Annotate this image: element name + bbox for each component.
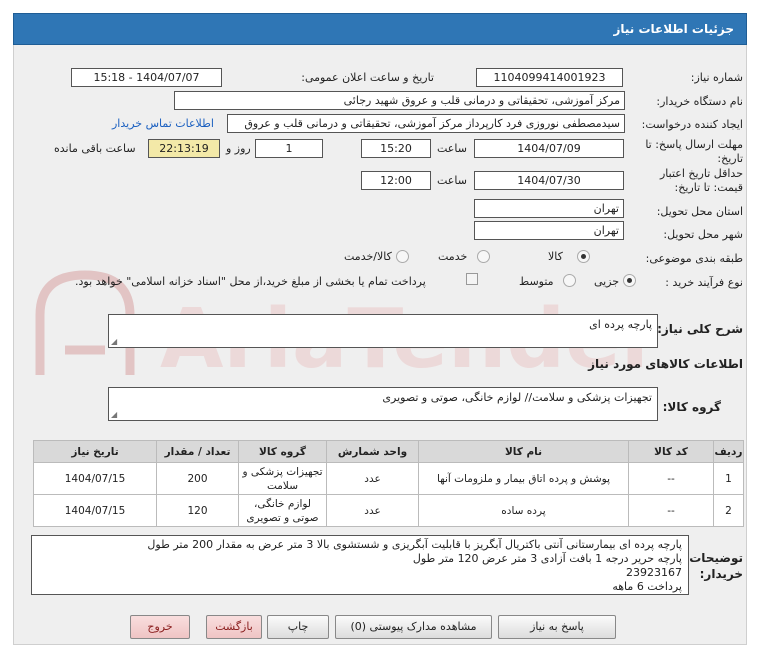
response-date-field: 1404/07/09	[474, 139, 624, 158]
general-desc-label: شرح کلی نیاز:	[657, 322, 743, 336]
city-field: تهران	[474, 221, 624, 240]
cell-quantity: 120	[156, 494, 239, 527]
cell-goods-name: پرده ساده	[418, 494, 629, 527]
process-radio-minor[interactable]	[623, 274, 636, 287]
requester-field: سیدمصطفی نوروزی فرد کارپرداز مرکز آموزشی…	[227, 114, 625, 133]
category-label: طبقه بندی موضوعی:	[645, 252, 743, 265]
cell-goods-code: --	[628, 494, 714, 527]
process-label: نوع فرآیند خرید :	[665, 276, 743, 289]
goods-group-text: تجهیزات پزشکی و سلامت// لوازم خانگی، صوت…	[382, 391, 652, 404]
province-field: تهران	[474, 199, 624, 218]
general-desc-field[interactable]: پارچه پرده ای ◢	[108, 314, 658, 348]
buyer-notes-line: پارچه پرده ای بیمارستانی آنتی باکتریال آ…	[147, 538, 682, 551]
col-unit: واحد شمارش	[326, 440, 419, 463]
cell-row-number: 2	[713, 494, 744, 527]
buyer-notes-label-2: خریدار:	[699, 567, 743, 581]
back-button[interactable]: بازگشت	[206, 615, 262, 639]
cell-quantity: 200	[156, 462, 239, 495]
resize-grip-icon[interactable]: ◢	[111, 337, 117, 346]
remaining-label: ساعت باقی مانده	[54, 142, 136, 155]
col-row-number: ردیف	[713, 440, 744, 463]
process-medium-label: متوسط	[519, 275, 554, 288]
cell-unit: عدد	[326, 494, 419, 527]
reply-button[interactable]: پاسخ به نیاز	[498, 615, 616, 639]
cell-goods-group: تجهیزات پزشکی و سلامت	[238, 462, 327, 495]
process-minor-label: جزیی	[594, 275, 620, 288]
category-service-label: خدمت	[438, 250, 468, 263]
col-goods-code: کد کالا	[628, 440, 714, 463]
announce-date-field: 1404/07/07 - 15:18	[71, 68, 222, 87]
announce-date-label: تاریخ و ساعت اعلان عمومی:	[301, 71, 434, 84]
days-label: روز و	[226, 142, 251, 155]
response-time-field: 15:20	[361, 139, 431, 158]
category-goods-label: کالا	[548, 250, 563, 263]
exit-button[interactable]: خروج	[130, 615, 190, 639]
treasury-checkbox[interactable]	[466, 273, 478, 285]
price-validity-time-field: 12:00	[361, 171, 431, 190]
table-row[interactable]: 1 -- پوشش و پرده اتاق بیمار و ملزومات آن…	[33, 462, 744, 495]
buyer-notes-line: 23923167	[626, 566, 682, 579]
need-number-label: شماره نیاز:	[690, 71, 743, 84]
col-goods-group: گروه کالا	[238, 440, 327, 463]
category-radio-both[interactable]	[396, 250, 409, 263]
cell-unit: عدد	[326, 462, 419, 495]
days-field: 1	[255, 139, 323, 158]
requester-label: ایجاد کننده درخواست:	[641, 118, 743, 131]
cell-goods-group: لوازم خانگی، صوتی و تصویری	[238, 494, 327, 527]
goods-group-label: گروه کالا:	[662, 400, 721, 414]
response-deadline-label-2: تاریخ:	[717, 152, 743, 165]
province-label: استان محل تحویل:	[656, 205, 743, 218]
cell-goods-code: --	[628, 462, 714, 495]
resize-grip-icon[interactable]: ◢	[111, 410, 117, 419]
cell-row-number: 1	[713, 462, 744, 495]
process-radio-medium[interactable]	[563, 274, 576, 287]
city-label: شهر محل تحویل:	[663, 228, 743, 241]
price-validity-time-label: ساعت	[437, 174, 467, 187]
page-title: جزئیات اطلاعات نیاز	[613, 22, 734, 36]
goods-group-field[interactable]: تجهیزات پزشکی و سلامت// لوازم خانگی، صوت…	[108, 387, 658, 421]
col-goods-name: نام کالا	[418, 440, 629, 463]
price-validity-label-2: قیمت: تا تاریخ:	[674, 181, 743, 194]
response-time-label: ساعت	[437, 142, 467, 155]
price-validity-date-field: 1404/07/30	[474, 171, 624, 190]
table-header-row: ردیف کد کالا نام کالا واحد شمارش گروه کا…	[33, 440, 744, 463]
buyer-notes-line: پارچه حریر درجه 1 بافت آزادی 3 متر عرض 1…	[412, 552, 682, 565]
col-need-date: تاریخ نیاز	[33, 440, 157, 463]
col-quantity: تعداد / مقدار	[156, 440, 239, 463]
buyer-org-label: نام دستگاه خریدار:	[656, 95, 743, 108]
category-radio-service[interactable]	[477, 250, 490, 263]
buyer-notes-line: پرداخت 6 ماهه	[612, 580, 682, 593]
cell-need-date: 1404/07/15	[33, 462, 157, 495]
buyer-org-field: مرکز آموزشی، تحقیقاتی و درمانی قلب و عرو…	[174, 91, 625, 110]
goods-table: ردیف کد کالا نام کالا واحد شمارش گروه کا…	[33, 440, 744, 527]
response-deadline-label-1: مهلت ارسال پاسخ: تا	[645, 138, 743, 151]
cell-need-date: 1404/07/15	[33, 494, 157, 527]
category-radio-goods[interactable]	[577, 250, 590, 263]
print-button[interactable]: چاپ	[267, 615, 329, 639]
general-desc-text: پارچه پرده ای	[589, 318, 652, 331]
table-row[interactable]: 2 -- پرده ساده عدد لوازم خانگی، صوتی و ت…	[33, 494, 744, 527]
buyer-notes-field[interactable]: پارچه پرده ای بیمارستانی آنتی باکتریال آ…	[31, 535, 689, 595]
need-number-field: 1104099414001923	[476, 68, 623, 87]
buyer-contact-link[interactable]: اطلاعات تماس خریدار	[112, 117, 214, 130]
remaining-time-field: 22:13:19	[148, 139, 220, 158]
buyer-notes-label-1: توضیحات	[689, 551, 743, 565]
page-header: جزئیات اطلاعات نیاز	[13, 13, 747, 45]
treasury-note: پرداخت تمام یا بخشی از مبلغ خرید،از محل …	[75, 275, 426, 288]
category-both-label: کالا/خدمت	[344, 250, 392, 263]
cell-goods-name: پوشش و پرده اتاق بیمار و ملزومات آنها	[418, 462, 629, 495]
goods-info-title: اطلاعات کالاهای مورد نیاز	[588, 357, 743, 371]
attachments-button[interactable]: مشاهده مدارک پیوستی (0)	[335, 615, 492, 639]
price-validity-label-1: حداقل تاریخ اعتبار	[659, 167, 743, 180]
